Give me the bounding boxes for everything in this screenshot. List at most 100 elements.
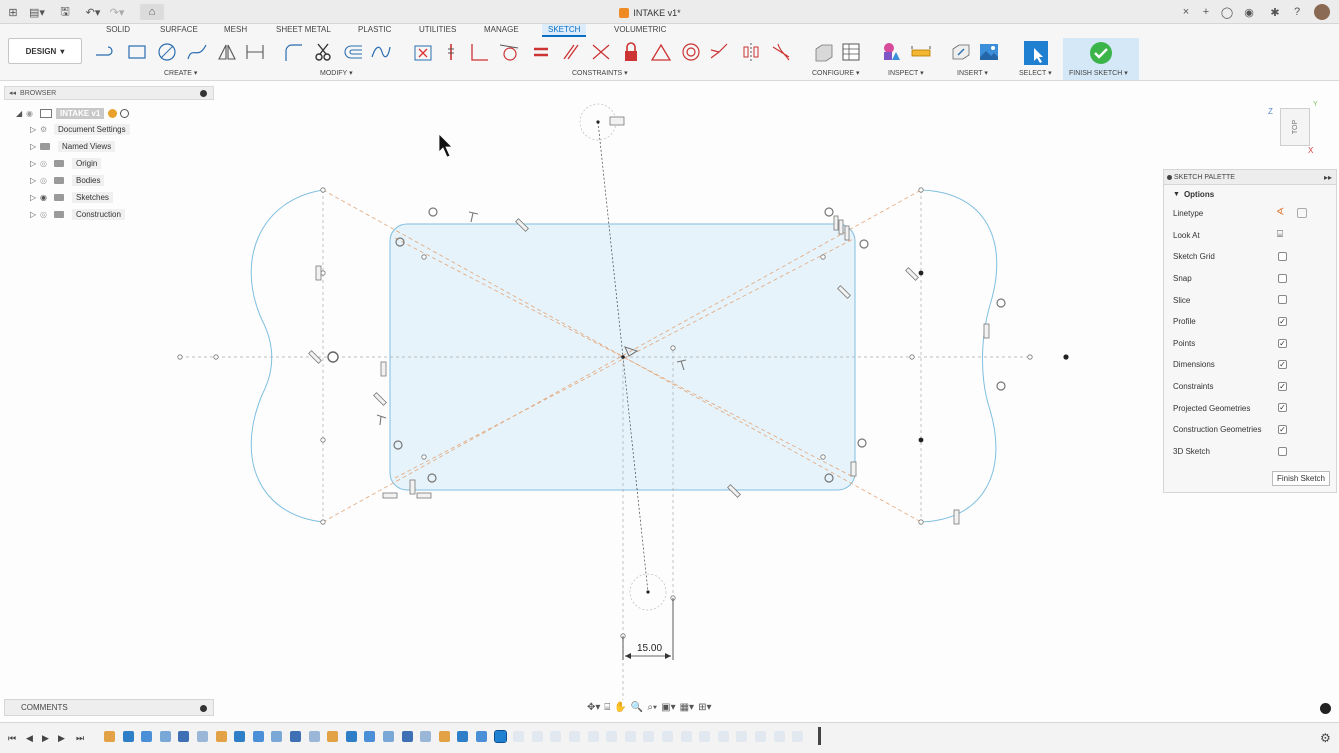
timeline-feature-icon[interactable] [234, 731, 246, 742]
timeline-feature-icon[interactable] [550, 731, 562, 742]
document-tab[interactable]: INTAKE v1* [560, 3, 740, 23]
tab-mesh[interactable]: MESH [224, 25, 247, 34]
configure-table-icon[interactable] [840, 41, 862, 63]
options-section-toggle[interactable]: ▼ Options [1164, 185, 1336, 203]
finish-sketch-button[interactable]: Finish Sketch [1271, 471, 1330, 486]
constraints-checkbox[interactable] [1278, 381, 1287, 391]
timeline-feature-icon[interactable] [624, 731, 636, 742]
grid-settings-icon[interactable]: ▦▾ [680, 702, 694, 713]
mirror-tool-icon[interactable] [216, 41, 238, 63]
origin-point-icon[interactable] [327, 351, 339, 363]
dimensions-checkbox[interactable] [1278, 360, 1287, 370]
display-settings-icon[interactable]: ▣▾ [661, 702, 675, 713]
coincident-icon[interactable] [440, 41, 462, 63]
profile-checkbox[interactable] [1278, 316, 1287, 326]
activate-component-icon[interactable] [108, 108, 118, 118]
timeline-feature-icon[interactable] [159, 731, 171, 742]
expand-triangle-icon[interactable]: ▷ [30, 125, 40, 134]
timeline-feature-icon[interactable] [420, 731, 432, 742]
look-at-icon[interactable]: ⌸ [1277, 229, 1283, 240]
project-tool-icon[interactable] [412, 41, 434, 63]
equal-icon[interactable] [530, 41, 552, 63]
home-icon[interactable]: ⌂ [140, 4, 164, 20]
timeline-feature-icon[interactable] [457, 731, 469, 742]
app-grid-icon[interactable]: ⊞ [6, 4, 20, 20]
assistant-icon[interactable] [1320, 703, 1331, 714]
dimension-value[interactable]: 15.00 [637, 643, 662, 654]
timeline-feature-icon[interactable] [401, 731, 413, 742]
timeline-feature-icon[interactable] [699, 731, 711, 742]
collapse-panel-icon[interactable]: ◂◂ [9, 89, 16, 97]
zoom-icon[interactable]: 🔍 [631, 702, 643, 713]
visibility-eye-icon[interactable]: ◉ [40, 193, 54, 202]
expand-triangle-icon[interactable]: ▷ [30, 193, 40, 202]
timeline-start-icon[interactable]: ⏮ [8, 733, 16, 744]
timeline-next-icon[interactable]: ▶ [58, 733, 65, 744]
sketch-canvas[interactable]: 15.00 Z Y X [0, 82, 1339, 722]
curvature-icon[interactable] [770, 41, 792, 63]
timeline-end-icon[interactable]: ⏭ [76, 733, 84, 744]
timeline-feature-icon[interactable] [290, 731, 301, 742]
hidden-eye-icon[interactable]: ◎ [40, 210, 54, 219]
tab-surface[interactable]: SURFACE [160, 25, 198, 34]
spline-tool-icon[interactable] [370, 41, 392, 63]
tree-item-origin[interactable]: ▷ ◎ Origin [30, 156, 102, 170]
timeline-feature-icon[interactable] [197, 731, 208, 742]
expand-triangle-icon[interactable]: ▷ [30, 210, 40, 219]
timeline-feature-icon[interactable] [662, 731, 673, 742]
timeline-feature-icon[interactable] [308, 731, 320, 742]
tab-solid[interactable]: SOLID [106, 25, 130, 34]
right-curve[interactable] [920, 189, 998, 523]
timeline-feature-icon[interactable] [792, 731, 804, 742]
inspect-shapes-icon[interactable] [880, 41, 902, 63]
modify-group-label[interactable]: MODIFY ▾ [320, 69, 353, 77]
redo-icon[interactable]: ↷▾ [108, 4, 126, 20]
timeline-feature-icon[interactable] [252, 731, 264, 742]
timeline-feature-icon[interactable] [345, 731, 357, 742]
rectangle-tool-icon[interactable] [126, 41, 148, 63]
tree-item-document-settings[interactable]: ▷ ⚙ Document Settings [30, 122, 130, 136]
tab-volumetric[interactable]: VOLUMETRIC [614, 25, 666, 34]
comments-panel[interactable]: COMMENTS [4, 699, 214, 716]
create-group-label[interactable]: CREATE ▾ [164, 69, 197, 77]
timeline-feature-icon[interactable] [773, 731, 785, 742]
user-avatar[interactable] [1314, 4, 1330, 20]
parallel-icon[interactable] [560, 41, 582, 63]
tab-sketch[interactable]: SKETCH [542, 24, 587, 37]
projected-geometries-checkbox[interactable] [1278, 403, 1287, 413]
tree-item-named-views[interactable]: ▷ Named Views [30, 139, 116, 153]
panel-options-icon[interactable] [200, 705, 207, 712]
select-group-label[interactable]: SELECT ▾ [1019, 69, 1052, 77]
job-status-icon[interactable]: ◉ [1242, 4, 1256, 20]
view-cube[interactable]: TOP [1280, 108, 1310, 146]
inspect-group-label[interactable]: INSPECT ▾ [888, 69, 924, 77]
pan-hand-icon[interactable]: ✋ [614, 702, 626, 713]
tab-manage[interactable]: MANAGE [484, 25, 519, 34]
expand-triangle-icon[interactable]: ▷ [30, 176, 40, 185]
timeline-feature-icon[interactable] [122, 731, 134, 742]
timeline-marker[interactable] [818, 727, 821, 745]
tree-item-sketches[interactable]: ▷ ◉ Sketches [30, 190, 113, 204]
tangent-icon[interactable] [498, 41, 520, 63]
offset-tool-icon[interactable] [342, 41, 364, 63]
save-icon[interactable]: 🖫 [58, 4, 72, 20]
workspace-switcher[interactable]: DESIGN ▾ [8, 38, 82, 64]
3d-sketch-checkbox[interactable] [1278, 446, 1287, 456]
snap-checkbox[interactable] [1278, 273, 1287, 283]
extensions-icon[interactable]: ◯ [1220, 4, 1234, 20]
timeline-feature-icon[interactable] [327, 731, 339, 742]
timeline-feature-icon[interactable] [215, 731, 227, 742]
timeline-feature-icon[interactable] [736, 731, 748, 742]
construction-geometries-checkbox[interactable] [1278, 424, 1287, 434]
timeline-feature-icon[interactable] [476, 731, 487, 742]
centerline-linetype-icon[interactable] [1297, 208, 1307, 218]
circle-tool-icon[interactable] [156, 41, 178, 63]
timeline-feature-icon[interactable] [755, 731, 766, 742]
gear-icon[interactable]: ⚙ [1320, 731, 1331, 745]
browser-panel-header[interactable]: ◂◂ BROWSER [4, 86, 214, 100]
collinear-icon[interactable] [708, 41, 730, 63]
timeline-feature-icon[interactable] [271, 731, 283, 742]
tree-item-construction[interactable]: ▷ ◎ Construction [30, 207, 125, 221]
line-tool-icon[interactable] [94, 41, 116, 63]
insert-derive-icon[interactable] [950, 41, 972, 63]
